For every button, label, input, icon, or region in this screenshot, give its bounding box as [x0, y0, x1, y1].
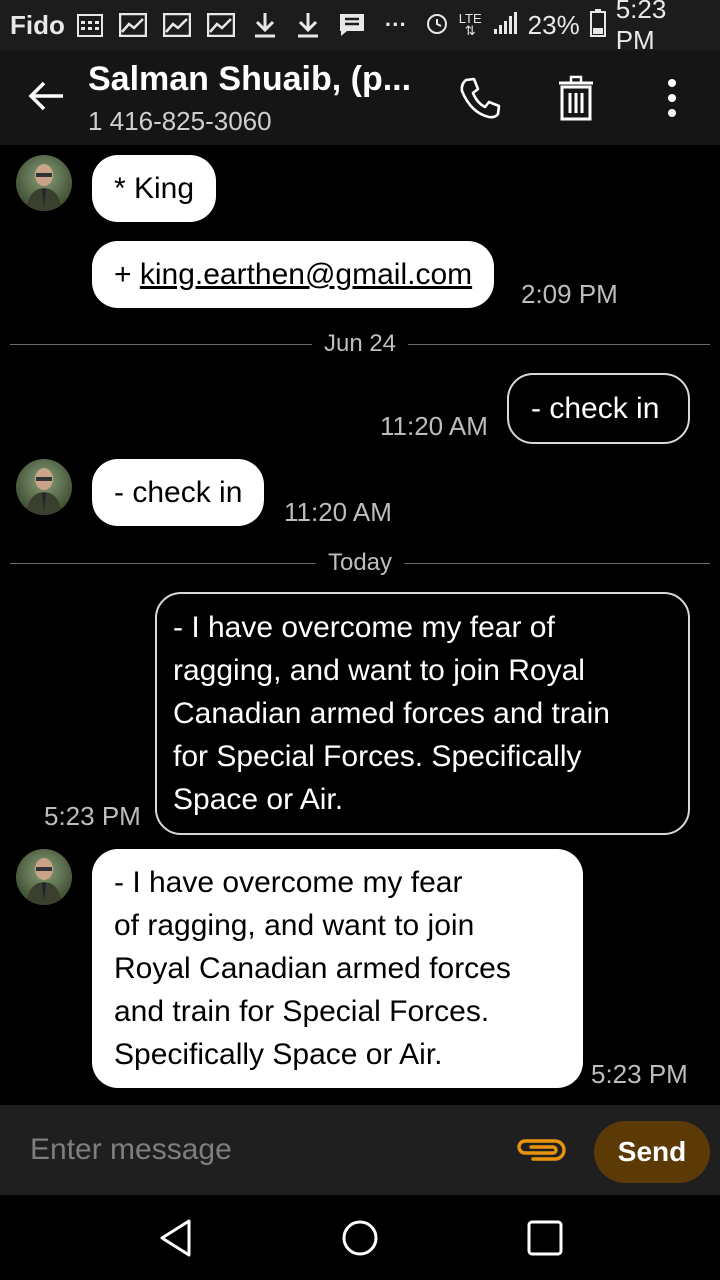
contact-photo — [26, 858, 62, 905]
trash-icon — [559, 75, 593, 121]
date-divider: Today — [10, 548, 711, 578]
outgoing-message-bubble[interactable]: - check in — [507, 373, 690, 444]
call-button[interactable] — [452, 70, 508, 126]
message-timestamp: 11:20 AM — [284, 497, 392, 527]
outgoing-message-bubble[interactable]: - I have overcome my fear of ragging, an… — [155, 592, 690, 835]
phone-icon — [460, 77, 501, 119]
contact-photo — [26, 164, 62, 211]
date-divider-label: Jun 24 — [323, 330, 397, 357]
delete-button[interactable] — [548, 70, 604, 126]
message-text: * King — [114, 172, 195, 205]
network-label: LTE — [458, 11, 482, 26]
status-time: 5:23 PM — [615, 0, 667, 55]
battery-percent: 23% — [527, 9, 580, 40]
carrier-label: Fido — [10, 9, 65, 40]
incoming-message-bubble[interactable]: * King — [92, 155, 217, 222]
message-text-line: Space or Air. — [173, 783, 344, 816]
status-bar: Fido ··· LTE ⇅ 23% 5:23 PM — [0, 0, 720, 55]
download-icon — [250, 10, 280, 40]
incoming-message-bubble[interactable]: - check in — [92, 459, 265, 526]
back-button[interactable] — [22, 72, 70, 120]
date-divider-label: Today — [327, 549, 393, 576]
message-icon — [337, 10, 367, 40]
gallery-icon — [206, 10, 236, 40]
network-icon: LTE ⇅ — [458, 11, 482, 38]
message-text-line: Royal Canadian armed forces — [114, 952, 511, 985]
recents-square-icon — [527, 1220, 563, 1256]
battery-icon — [589, 8, 606, 42]
message-text: - check in — [531, 392, 660, 425]
message-text: - check in — [114, 476, 243, 509]
gallery-icon — [119, 10, 149, 40]
contact-name: Salman Shuaib, (p... — [88, 60, 412, 98]
avatar[interactable] — [16, 155, 72, 211]
avatar[interactable] — [16, 459, 72, 515]
message-text-line: - I have overcome my fear — [114, 866, 463, 899]
gallery-icon — [162, 10, 192, 40]
contact-number: 1 416-825-3060 — [88, 106, 272, 136]
contact-photo — [26, 468, 62, 515]
incoming-message-bubble[interactable]: - I have overcome my fear of ragging, an… — [92, 849, 583, 1088]
compose-bar: Send — [0, 1105, 720, 1195]
conversation-header: Salman Shuaib, (p... 1 416-825-3060 — [0, 50, 720, 145]
overflow-menu-icon — [668, 79, 676, 117]
back-arrow-icon — [28, 81, 63, 111]
message-input[interactable] — [30, 1127, 470, 1173]
more-icon: ··· — [384, 12, 407, 37]
paperclip-icon — [517, 1139, 566, 1161]
calendar-icon — [75, 10, 105, 40]
message-text-line: - I have overcome my fear of — [173, 611, 555, 644]
message-text-line: Canadian armed forces and train — [173, 697, 610, 730]
avatar[interactable] — [16, 849, 72, 905]
incoming-message-bubble[interactable]: + king.earthen@gmail.com — [92, 241, 495, 308]
nav-recents-button[interactable] — [520, 1213, 570, 1263]
message-text-line: of ragging, and want to join — [114, 909, 475, 942]
message-text-line: Specifically Space or Air. — [114, 1038, 443, 1071]
message-timestamp: 5:23 PM — [44, 801, 141, 831]
system-nav-bar — [0, 1195, 720, 1280]
email-link[interactable]: king.earthen@gmail.com — [140, 258, 472, 291]
message-text-line: and train for Special Forces. — [114, 995, 490, 1028]
send-button[interactable]: Send — [594, 1121, 710, 1183]
nav-back-button[interactable] — [150, 1213, 200, 1263]
message-list[interactable]: * King + king.earthen@gmail.com 2:09 PM … — [0, 145, 720, 1105]
alarm-icon — [425, 11, 449, 40]
home-circle-icon — [342, 1220, 378, 1256]
message-timestamp: 2:09 PM — [521, 279, 618, 309]
overflow-menu-button[interactable] — [644, 70, 700, 126]
message-timestamp: 5:23 PM — [591, 1059, 688, 1089]
back-triangle-icon — [160, 1219, 191, 1257]
message-text-line: ragging, and want to join Royal — [173, 654, 585, 687]
message-text: + — [114, 258, 140, 291]
nav-home-button[interactable] — [335, 1213, 385, 1263]
message-text-line: for Special Forces. Specifically — [173, 740, 582, 773]
download-icon — [294, 10, 324, 40]
attach-button[interactable] — [512, 1130, 570, 1170]
message-timestamp: 11:20 AM — [380, 411, 488, 441]
date-divider: Jun 24 — [10, 329, 710, 359]
signal-icon — [492, 11, 518, 40]
